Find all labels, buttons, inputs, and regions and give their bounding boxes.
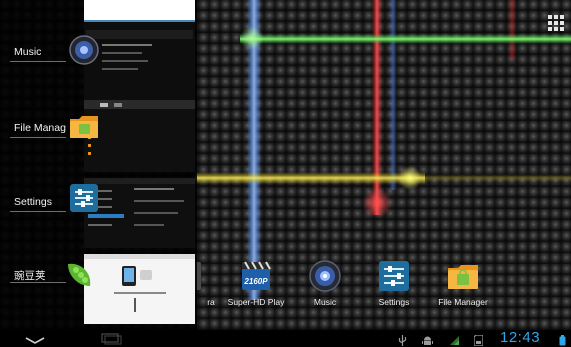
back-chevron-down-icon[interactable] — [24, 333, 46, 344]
label-divider — [10, 282, 66, 283]
dock-label: Super-HD Play — [227, 297, 285, 307]
folder-icon — [445, 258, 481, 294]
recent-app-settings[interactable]: Settings — [0, 178, 197, 248]
label-divider — [10, 211, 66, 212]
speaker-icon — [68, 34, 100, 66]
recent-app-label: Music — [14, 46, 42, 58]
dock-label: Settings — [378, 297, 410, 307]
settings-sliders-icon — [376, 258, 412, 294]
recent-app-file-manager[interactable]: File Manag — [0, 100, 197, 172]
dock-item-file-manager[interactable]: File Manager — [423, 258, 503, 307]
speaker-icon — [307, 258, 343, 294]
pea-pod-icon — [64, 258, 96, 290]
status-clock: 12:43 — [500, 329, 541, 346]
label-divider — [10, 137, 66, 138]
battery-icon — [559, 333, 566, 346]
dock-item-super-hd-play[interactable]: 2160P Super-HD Play — [216, 258, 296, 307]
usb-icon — [398, 333, 407, 346]
recent-app-thumbnail — [84, 100, 195, 172]
recent-app-music[interactable]: Music — [0, 0, 197, 100]
sd-card-icon — [473, 333, 484, 347]
folder-icon — [68, 110, 100, 142]
system-bar — [0, 330, 571, 347]
svg-text:2160P: 2160P — [243, 277, 268, 286]
label-divider — [10, 61, 66, 62]
recent-app-wandoujia[interactable]: 豌豆荚 — [0, 254, 197, 324]
dock-item-music[interactable]: Music — [285, 258, 365, 307]
wifi-icon — [449, 333, 460, 345]
dock-label: Music — [313, 297, 337, 307]
recent-apps-panel: Music File Manag Settings 豌豆荚 — [0, 0, 197, 330]
dock-item-settings[interactable]: Settings — [354, 258, 434, 307]
dock-label: File Manager — [438, 297, 488, 307]
recent-app-thumbnail — [84, 254, 195, 324]
recent-apps-icon[interactable] — [100, 332, 124, 345]
recent-app-label: File Manag — [14, 122, 66, 134]
clapperboard-icon: 2160P — [238, 258, 274, 294]
android-debug-icon — [422, 333, 433, 345]
recent-app-label: 豌豆荚 — [14, 270, 46, 282]
recent-app-label: Settings — [14, 196, 52, 208]
recent-app-thumbnail — [84, 178, 195, 248]
all-apps-grid-icon[interactable] — [548, 15, 564, 31]
settings-sliders-icon — [68, 182, 100, 214]
android-tablet-screen: ra 2160P Super-HD Play Music Settings Fi… — [0, 0, 571, 347]
recent-app-thumbnail — [84, 0, 195, 100]
